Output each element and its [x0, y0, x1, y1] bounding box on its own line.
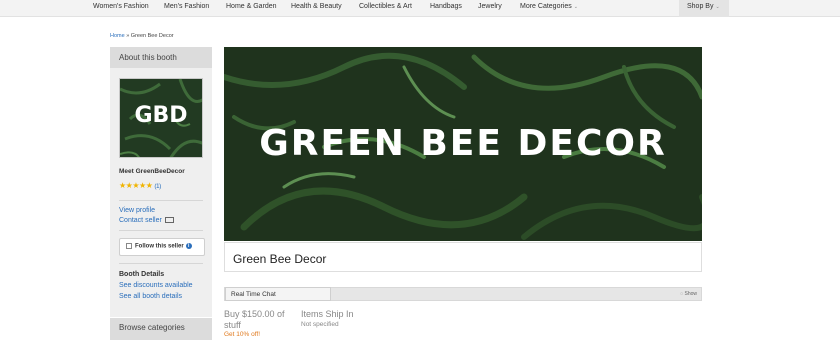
- buy-promo-text: Buy $150.00 of stuff: [224, 309, 285, 330]
- view-profile-link[interactable]: View profile: [119, 207, 155, 214]
- info-icon[interactable]: i: [185, 243, 192, 249]
- chevron-down-icon: ⌄: [715, 4, 720, 10]
- about-booth-header: About this booth: [110, 47, 212, 68]
- browse-categories-header[interactable]: Browse categories: [110, 318, 212, 340]
- nav-jewelry[interactable]: Jewelry: [478, 3, 502, 10]
- booth-details-heading: Booth Details: [119, 271, 165, 278]
- follow-label: Follow this seller: [135, 243, 184, 250]
- follow-checkbox[interactable]: [126, 243, 132, 249]
- discount-text: Get 10% off!: [224, 331, 261, 338]
- contact-seller-label: Contact seller: [119, 217, 162, 224]
- booth-name: Green Bee Decor: [224, 242, 702, 272]
- divider: [119, 263, 203, 264]
- about-booth-sidebar: About this booth GBD Meet GreenBeeDecor …: [110, 47, 212, 317]
- nav-collectibles-art[interactable]: Collectibles & Art: [359, 3, 412, 10]
- nav-health-beauty[interactable]: Health & Beauty: [291, 3, 342, 10]
- follow-seller-toggle[interactable]: Follow this seller i: [119, 238, 205, 256]
- chevron-down-icon: ⌄: [573, 4, 578, 10]
- star-icon: ★: [119, 181, 126, 190]
- breadcrumb: Home » Green Bee Decor: [110, 33, 174, 39]
- star-icon: ★: [145, 181, 153, 190]
- star-icon: ★: [139, 181, 146, 190]
- booth-logo[interactable]: GBD: [119, 78, 203, 158]
- breadcrumb-home-link[interactable]: Home: [110, 33, 125, 39]
- meet-seller-title: Meet GreenBeeDecor: [119, 168, 185, 175]
- shop-by-label: Shop By: [687, 3, 714, 10]
- ship-time-label: Items Ship In: [301, 309, 354, 319]
- top-nav: Women's Fashion Men's Fashion Home & Gar…: [0, 0, 840, 17]
- envelope-icon: [164, 217, 174, 224]
- chat-icon: ◌: [680, 291, 684, 297]
- ship-time-value: Not specified: [301, 321, 339, 328]
- breadcrumb-current: Green Bee Decor: [130, 33, 174, 39]
- chat-show-button[interactable]: ◌ Show: [680, 291, 697, 297]
- divider: [119, 200, 203, 201]
- logo-text: GBD: [134, 103, 188, 128]
- nav-home-garden[interactable]: Home & Garden: [226, 3, 277, 10]
- nav-handbags[interactable]: Handbags: [430, 3, 462, 10]
- nav-womens-fashion[interactable]: Women's Fashion: [93, 3, 149, 10]
- banner-title: GREEN BEE DECOR: [259, 123, 667, 164]
- see-all-details-link[interactable]: See all booth details: [119, 293, 182, 300]
- real-time-chat-tab[interactable]: Real Time Chat: [225, 287, 331, 301]
- chat-show-label: Show: [684, 291, 697, 297]
- breadcrumb-separator: »: [126, 33, 130, 39]
- star-icon: ★: [132, 181, 140, 190]
- nav-mens-fashion[interactable]: Men's Fashion: [164, 3, 209, 10]
- nav-more-categories[interactable]: More Categories ⌄: [520, 3, 578, 10]
- booth-banner: GREEN BEE DECOR: [224, 47, 702, 241]
- chat-bar: Real Time Chat ◌ Show: [224, 287, 702, 301]
- nav-more-categories-label: More Categories: [520, 3, 572, 10]
- see-discounts-link[interactable]: See discounts available: [119, 282, 193, 289]
- contact-seller-link[interactable]: Contact seller: [119, 217, 174, 224]
- shop-by-dropdown[interactable]: Shop By ⌄: [679, 0, 729, 17]
- seller-rating[interactable]: ★★★★★ (1): [119, 181, 161, 190]
- divider: [119, 230, 203, 231]
- rating-count[interactable]: (1): [154, 183, 161, 190]
